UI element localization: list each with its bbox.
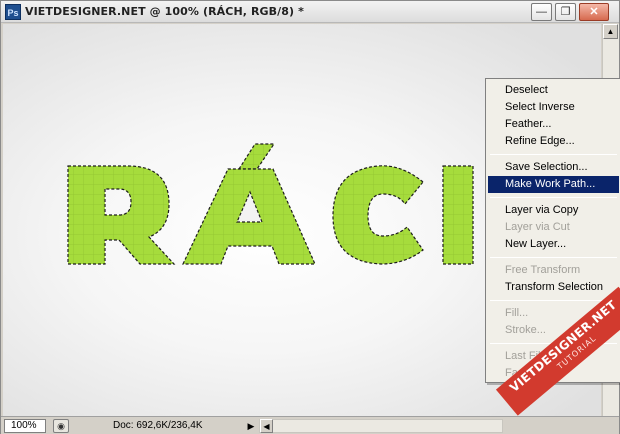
- zoom-field[interactable]: 100%: [4, 419, 46, 433]
- menu-item-layer-via-copy[interactable]: Layer via Copy: [488, 202, 619, 219]
- menu-item-deselect[interactable]: Deselect: [488, 82, 619, 99]
- menu-item-new-layer[interactable]: New Layer...: [488, 236, 619, 253]
- chevron-up-icon: ▲: [606, 27, 615, 36]
- menu-item-layer-via-cut: Layer via Cut: [505, 221, 570, 233]
- status-arrow-icon[interactable]: ▶: [245, 419, 257, 433]
- photoshop-app-icon: Ps: [5, 4, 21, 20]
- menu-item-fill: Fill...: [505, 307, 529, 319]
- chevron-left-icon: ◀: [263, 422, 270, 431]
- menu-item-feather[interactable]: Feather...: [488, 116, 619, 133]
- menu-separator: [490, 154, 617, 155]
- menu-item-fade: Fade...: [505, 367, 540, 379]
- menu-item-select-inverse[interactable]: Select Inverse: [488, 99, 619, 116]
- menu-separator: [490, 343, 617, 344]
- status-menu-icon[interactable]: ◉: [53, 419, 69, 433]
- menu-item-save-selection[interactable]: Save Selection...: [488, 159, 619, 176]
- menu-separator: [490, 257, 617, 258]
- close-icon: ✕: [589, 6, 599, 18]
- minimize-icon: —: [536, 6, 547, 18]
- status-bar: 100% ◉ Doc: 692,6K/236,4K ▶ ◀: [1, 416, 619, 434]
- context-menu: Deselect Select Inverse Feather... Refine E…: [485, 78, 620, 383]
- menu-item-free-transform: Free Transform: [505, 264, 581, 276]
- menu-item-make-work-path[interactable]: Make Work Path...: [488, 176, 619, 193]
- menu-separator: [490, 197, 617, 198]
- scroll-left-button[interactable]: ◀: [260, 419, 273, 433]
- menu-item-refine-edge[interactable]: Refine Edge...: [488, 133, 619, 150]
- restore-button[interactable]: ❐: [555, 3, 576, 21]
- restore-icon: ❐: [560, 6, 571, 18]
- horizontal-scrollbar[interactable]: ◀: [259, 419, 503, 433]
- title-bar[interactable]: Ps VIETDESIGNER.NET @ 100% (RÁCH, RGB/8)…: [1, 1, 619, 23]
- close-button[interactable]: ✕: [579, 3, 609, 21]
- document-window: Ps VIETDESIGNER.NET @ 100% (RÁCH, RGB/8)…: [0, 0, 620, 434]
- menu-item-stroke: Stroke...: [505, 324, 546, 336]
- menu-separator: [490, 300, 617, 301]
- scroll-up-button[interactable]: ▲: [603, 24, 618, 39]
- menu-item-transform-selection[interactable]: Transform Selection: [488, 279, 619, 296]
- doc-size-info: Doc: 692,6K/236,4K: [113, 420, 203, 431]
- minimize-button[interactable]: —: [531, 3, 552, 21]
- document-title: VIETDESIGNER.NET @ 100% (RÁCH, RGB/8) *: [25, 5, 304, 18]
- menu-item-last-filter: Last Filter: [505, 350, 554, 362]
